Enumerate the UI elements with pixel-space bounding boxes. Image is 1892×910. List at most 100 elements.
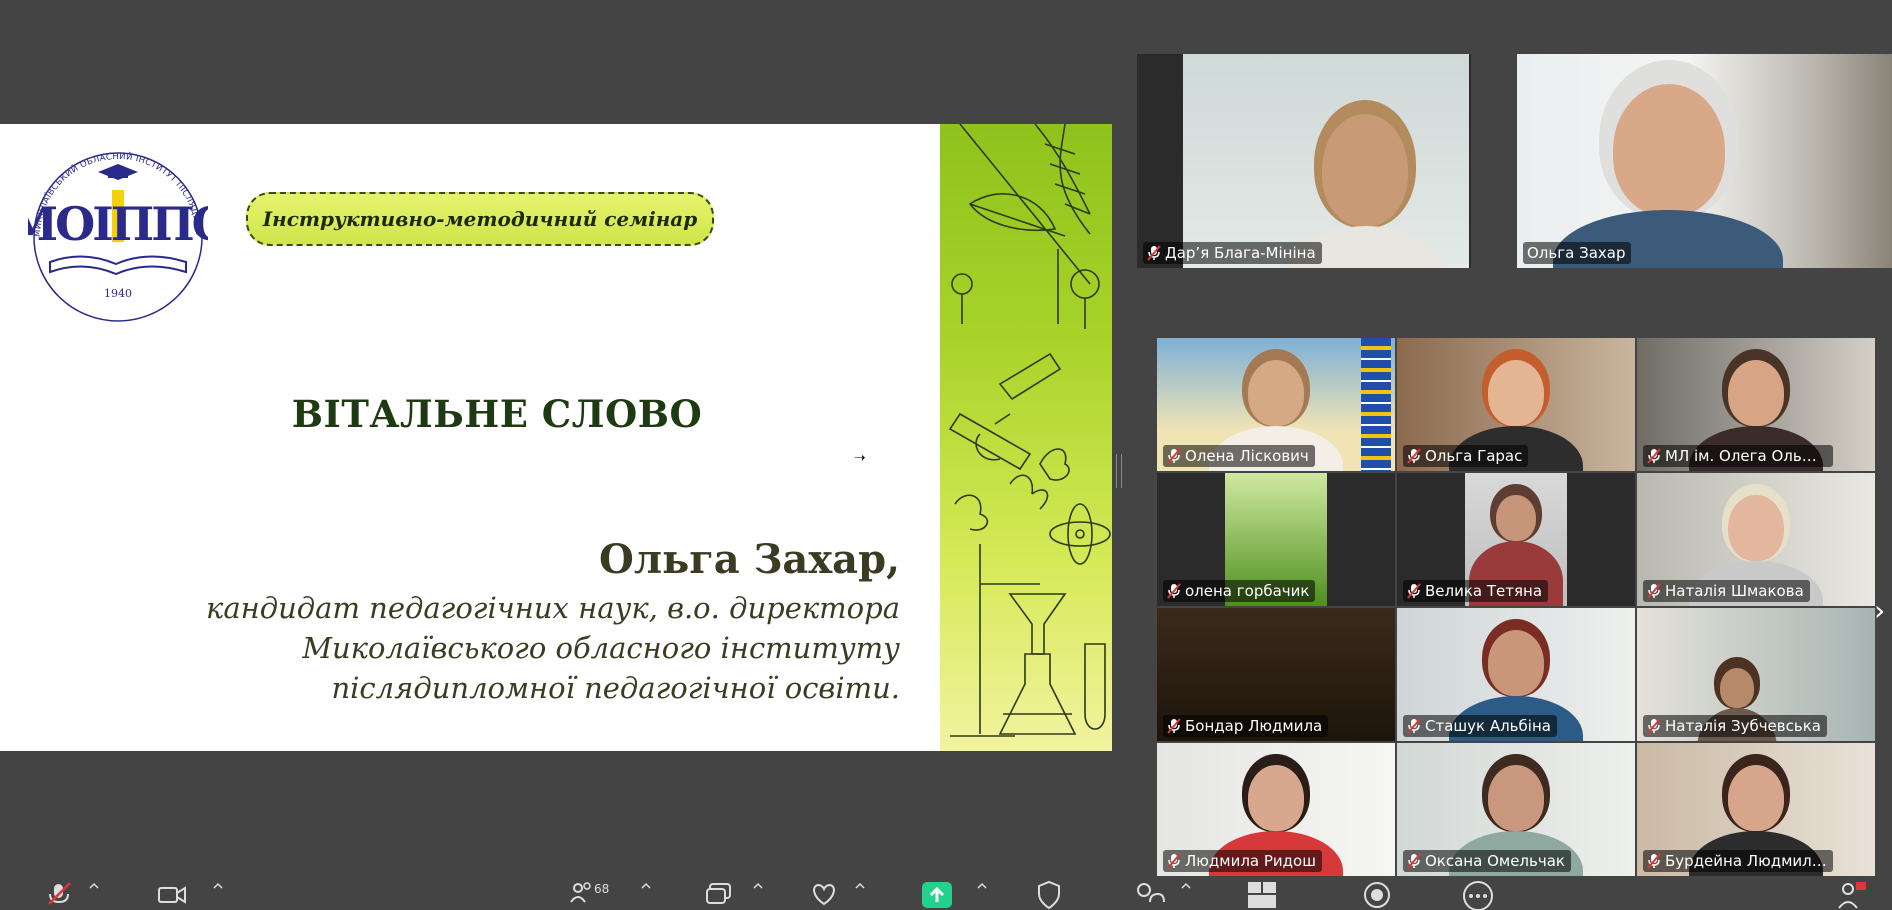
- muted-mic-icon: [1167, 448, 1181, 464]
- chat-options-chevron-icon[interactable]: [752, 880, 764, 910]
- participant-name: Наталія Зубчевська: [1665, 717, 1821, 735]
- participant-name-label: Ольга Захар: [1523, 242, 1632, 264]
- active-speaker-tile[interactable]: Ольга Захар: [1517, 54, 1892, 268]
- muted-mic-icon: [1407, 853, 1421, 869]
- participant-name: Олена Ліскович: [1185, 447, 1309, 465]
- slide-title: ВІТАЛЬНЕ СЛОВО: [291, 392, 703, 436]
- participant-name-label: олена горбачик: [1163, 580, 1316, 602]
- video-tile[interactable]: Сташук Альбіна: [1397, 608, 1635, 741]
- participant-name: Ольга Гарас: [1425, 447, 1523, 465]
- speaker-name: Ольга Захар,: [599, 536, 900, 583]
- muted-mic-icon: [1167, 718, 1181, 734]
- participant-name-label: Олена Ліскович: [1163, 445, 1315, 467]
- chat-icon: [706, 883, 731, 904]
- participant-name: олена горбачик: [1185, 582, 1310, 600]
- participant-name-label: Сташук Альбіна: [1403, 715, 1557, 737]
- participants-button[interactable]: 68: [570, 880, 609, 910]
- participant-name-label: Велика Тетяна: [1403, 580, 1549, 602]
- pointer-arrow-icon: ➝: [854, 450, 866, 466]
- participant-name: Наталія Шмакова: [1665, 582, 1804, 600]
- participant-name-label: Людмила Ридош: [1163, 850, 1322, 872]
- participant-name: Бондар Людмила: [1185, 717, 1323, 735]
- apps-button[interactable]: [1134, 880, 1166, 910]
- participant-name: Людмила Ридош: [1185, 852, 1316, 870]
- speaker-title-line-2: Миколаївського обласного інституту: [302, 631, 900, 665]
- video-tile[interactable]: Бурдейна Людмила ...: [1637, 743, 1875, 876]
- video-tile[interactable]: Ольга Гарас: [1397, 338, 1635, 471]
- muted-mic-icon: [1167, 583, 1181, 599]
- muted-mic-icon: [48, 882, 71, 905]
- participant-name: МЛ ім. Олега Ольжи...: [1665, 447, 1827, 465]
- video-tile[interactable]: Людмила Ридош: [1157, 743, 1395, 876]
- leave-button[interactable]: [1836, 880, 1868, 910]
- reactions-button[interactable]: [808, 880, 840, 910]
- panel-splitter-handle[interactable]: [1116, 454, 1122, 488]
- share-screen-icon: [922, 882, 952, 908]
- camera-icon: [158, 886, 186, 904]
- logo-text: МОІППО: [28, 197, 208, 251]
- participant-name-label: Бондар Людмила: [1163, 715, 1329, 737]
- next-page-chevron-icon[interactable]: ›: [1874, 594, 1885, 627]
- heart-icon: [813, 883, 835, 906]
- meeting-toolbar: 68: [0, 880, 1892, 910]
- video-tile[interactable]: Олена Ліскович: [1157, 338, 1395, 471]
- participants-count: 68: [594, 882, 610, 896]
- participant-name-label: Наталія Зубчевська: [1643, 715, 1827, 737]
- speaker-title-line-3: післядипломної педагогічної освіти.: [331, 671, 900, 705]
- muted-mic-icon: [1407, 583, 1421, 599]
- participant-name-label: Ольга Гарас: [1403, 445, 1529, 467]
- more-dots-icon: [1463, 881, 1493, 910]
- audio-options-chevron-icon[interactable]: [88, 880, 100, 910]
- video-tile[interactable]: МЛ ім. Олега Ольжи...: [1637, 338, 1875, 471]
- record-icon: [1364, 882, 1390, 908]
- institute-logo: МИКОЛАЇВСЬКИЙ ОБЛАСНИЙ ІНСТИТУТ ПІСЛЯДИП…: [28, 142, 208, 322]
- muted-mic-icon: [1647, 853, 1661, 869]
- logo-year: 1940: [104, 287, 132, 300]
- participants-options-chevron-icon[interactable]: [640, 880, 652, 910]
- muted-mic-icon: [1407, 718, 1421, 734]
- video-tile[interactable]: Наталія Зубчевська: [1637, 608, 1875, 741]
- video-button[interactable]: [156, 880, 188, 910]
- video-tile[interactable]: Наталія Шмакова: [1637, 473, 1875, 606]
- seminar-label: Інструктивно-методичний семінар: [246, 192, 714, 246]
- video-tile[interactable]: Дар’я Блага-Мініна: [1137, 54, 1471, 268]
- participant-name: Ольга Захар: [1527, 244, 1626, 262]
- video-tile[interactable]: олена горбачик: [1157, 473, 1395, 606]
- participant-name: Бурдейна Людмила ...: [1665, 852, 1827, 870]
- share-screen-button[interactable]: [922, 880, 952, 910]
- participant-name: Оксана Омельчак: [1425, 852, 1565, 870]
- view-button[interactable]: [1246, 880, 1278, 910]
- speaker-title-line-1: кандидат педагогічних наук, в.о. директо…: [206, 591, 900, 625]
- gallery-view-icon: [1248, 882, 1276, 908]
- person-icon: [1838, 882, 1866, 909]
- science-illustration-panel: [940, 124, 1112, 751]
- muted-mic-icon: [1647, 718, 1661, 734]
- participant-name-label: Наталія Шмакова: [1643, 580, 1810, 602]
- participant-name: Дар’я Блага-Мініна: [1165, 244, 1316, 262]
- apps-options-chevron-icon[interactable]: [1180, 880, 1192, 910]
- participant-name-label: МЛ ім. Олега Ольжи...: [1643, 445, 1833, 467]
- muted-mic-icon: [1647, 448, 1661, 464]
- video-options-chevron-icon[interactable]: [212, 880, 224, 910]
- participant-name-label: Дар’я Блага-Мініна: [1143, 242, 1322, 264]
- muted-mic-icon: [1147, 245, 1161, 261]
- video-tile[interactable]: Велика Тетяна: [1397, 473, 1635, 606]
- video-tile[interactable]: Бондар Людмила: [1157, 608, 1395, 741]
- participant-name: Сташук Альбіна: [1425, 717, 1551, 735]
- embroidery-pattern: [1361, 338, 1391, 471]
- participants-icon: [570, 882, 591, 903]
- muted-mic-icon: [1407, 448, 1421, 464]
- participant-name-label: Оксана Омельчак: [1403, 850, 1571, 872]
- apps-icon: [1137, 883, 1165, 903]
- shared-screen-slide: МИКОЛАЇВСЬКИЙ ОБЛАСНИЙ ІНСТИТУТ ПІСЛЯДИП…: [0, 124, 1112, 751]
- muted-mic-icon: [1167, 853, 1181, 869]
- reactions-options-chevron-icon[interactable]: [854, 880, 866, 910]
- video-tile[interactable]: Оксана Омельчак: [1397, 743, 1635, 876]
- share-options-chevron-icon[interactable]: [976, 880, 988, 910]
- record-button[interactable]: [1362, 880, 1392, 910]
- security-button[interactable]: [1036, 880, 1062, 910]
- chat-button[interactable]: [704, 880, 734, 910]
- mute-button[interactable]: [44, 880, 74, 910]
- more-button[interactable]: [1462, 880, 1494, 910]
- shield-icon: [1038, 880, 1060, 910]
